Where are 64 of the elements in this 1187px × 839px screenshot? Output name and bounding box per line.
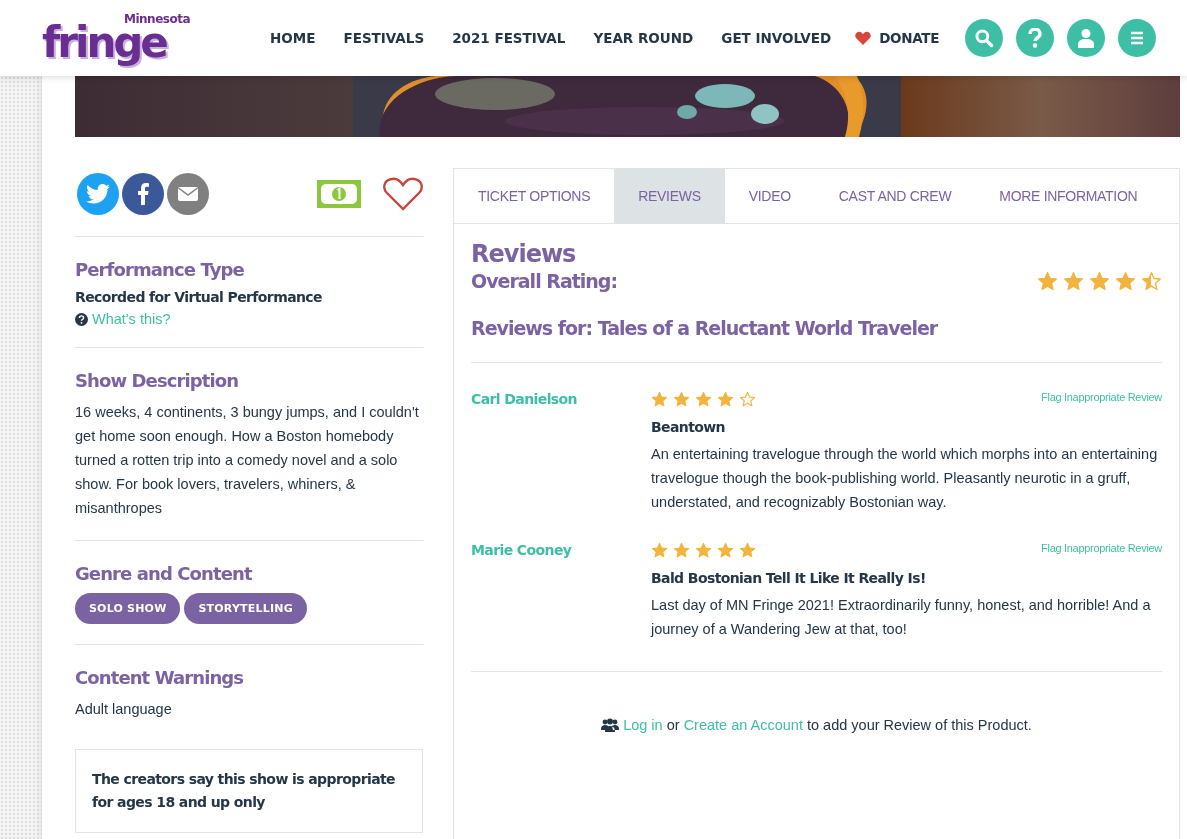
content-warning: Adult language	[75, 700, 173, 719]
heart-icon[interactable]	[383, 177, 423, 211]
star-icon	[1141, 270, 1162, 292]
nav-link[interactable]: GET INVOLVED	[721, 30, 832, 46]
star-icon	[739, 391, 756, 408]
help-icon	[75, 312, 88, 326]
user-icon	[1077, 28, 1096, 48]
facebook-share-button[interactable]	[122, 173, 164, 215]
section-heading: Content Warnings	[75, 667, 245, 688]
tab[interactable]: MORE INFORMATION	[975, 169, 1162, 223]
star-icon	[1089, 270, 1110, 292]
star-icon	[717, 391, 734, 408]
review-text: An entertaining travelogue through the world which morphs into an entertaining travelogue though the book-publishing world. Pleasantly neurotic in a gruff, understated, and recognizably Bostonian way.	[651, 445, 1159, 512]
nav-link[interactable]: YEAR ROUND	[593, 30, 694, 46]
user-button[interactable]	[1067, 19, 1106, 57]
star-icon	[673, 542, 690, 559]
performance-type: Recorded for Virtual Performance	[75, 289, 323, 305]
letter-f-icon	[137, 183, 149, 205]
star-icon	[1063, 270, 1084, 292]
reviews-for-heading: Reviews for: Tales of a Reluctant World Traveler	[471, 317, 939, 339]
envelope-icon	[177, 186, 199, 202]
money-icon[interactable]	[317, 180, 361, 208]
section-heading: Performance Type	[75, 259, 245, 280]
star-icon	[695, 542, 712, 559]
search-icon	[974, 28, 995, 48]
help-button[interactable]	[1016, 19, 1055, 57]
overall-rating-label: Overall Rating:	[471, 270, 618, 292]
menu-button[interactable]	[1118, 19, 1157, 57]
star-icon	[673, 391, 690, 408]
show-description: 16 weeks, 4 continents, 3 bungy jumps, and I couldn't get home soon enough. How a Boston homebody turned a rotten trip into a comedy novel and a solo show. For book lovers, travelers, whiners, & misanthropes	[75, 403, 420, 518]
star-icon	[695, 391, 712, 408]
users-icon	[601, 718, 620, 732]
review-title: Bald Bostonian Tell It Like It Really Is!	[651, 570, 927, 586]
section-heading: Genre and Content	[75, 563, 254, 584]
tab[interactable]: CAST AND CREW	[814, 169, 976, 223]
twitter-share-button[interactable]	[77, 173, 119, 215]
logo-tagline: Minnesota	[124, 13, 190, 26]
nav-link[interactable]: HOME	[270, 30, 316, 46]
star-icon	[739, 542, 756, 559]
age-notice: The creators say this show is appropriate for ages 18 and up only	[75, 749, 423, 833]
section-heading: Show Description	[75, 370, 240, 391]
donate-link[interactable]: DONATE	[879, 30, 940, 46]
star-icon	[651, 391, 668, 408]
genre-tag[interactable]: SOLO SHOW	[75, 593, 181, 624]
review-text: Last day of MN Fringe 2021! Extraordinarily funny, honest, and horrible! And a journey of a Wandering Jew at that, too!	[651, 596, 1152, 639]
star-icon	[1037, 270, 1058, 292]
nav-link[interactable]: FESTIVALS	[343, 30, 425, 46]
menu-icon	[1129, 30, 1146, 46]
tab[interactable]: TICKET OPTIONS	[454, 169, 615, 223]
star-icon	[1115, 270, 1136, 292]
login-prompt: Log in or Create an Account to add your Review of this Product.	[623, 717, 1032, 733]
reviews-title: Reviews	[471, 240, 577, 268]
question-mark-icon	[1027, 28, 1044, 48]
search-button[interactable]	[965, 19, 1004, 57]
genre-tag[interactable]: STORYTELLING	[184, 593, 307, 624]
heart-icon	[855, 31, 872, 45]
nav-link[interactable]: 2021 FESTIVAL	[452, 30, 566, 46]
review-title: Beantown	[651, 419, 726, 435]
email-share-button[interactable]	[167, 173, 209, 215]
star-icon	[717, 542, 734, 559]
tab[interactable]: REVIEWS	[614, 169, 725, 223]
bird-icon	[86, 184, 110, 204]
tab[interactable]: VIDEO	[724, 169, 815, 223]
star-icon	[651, 542, 668, 559]
